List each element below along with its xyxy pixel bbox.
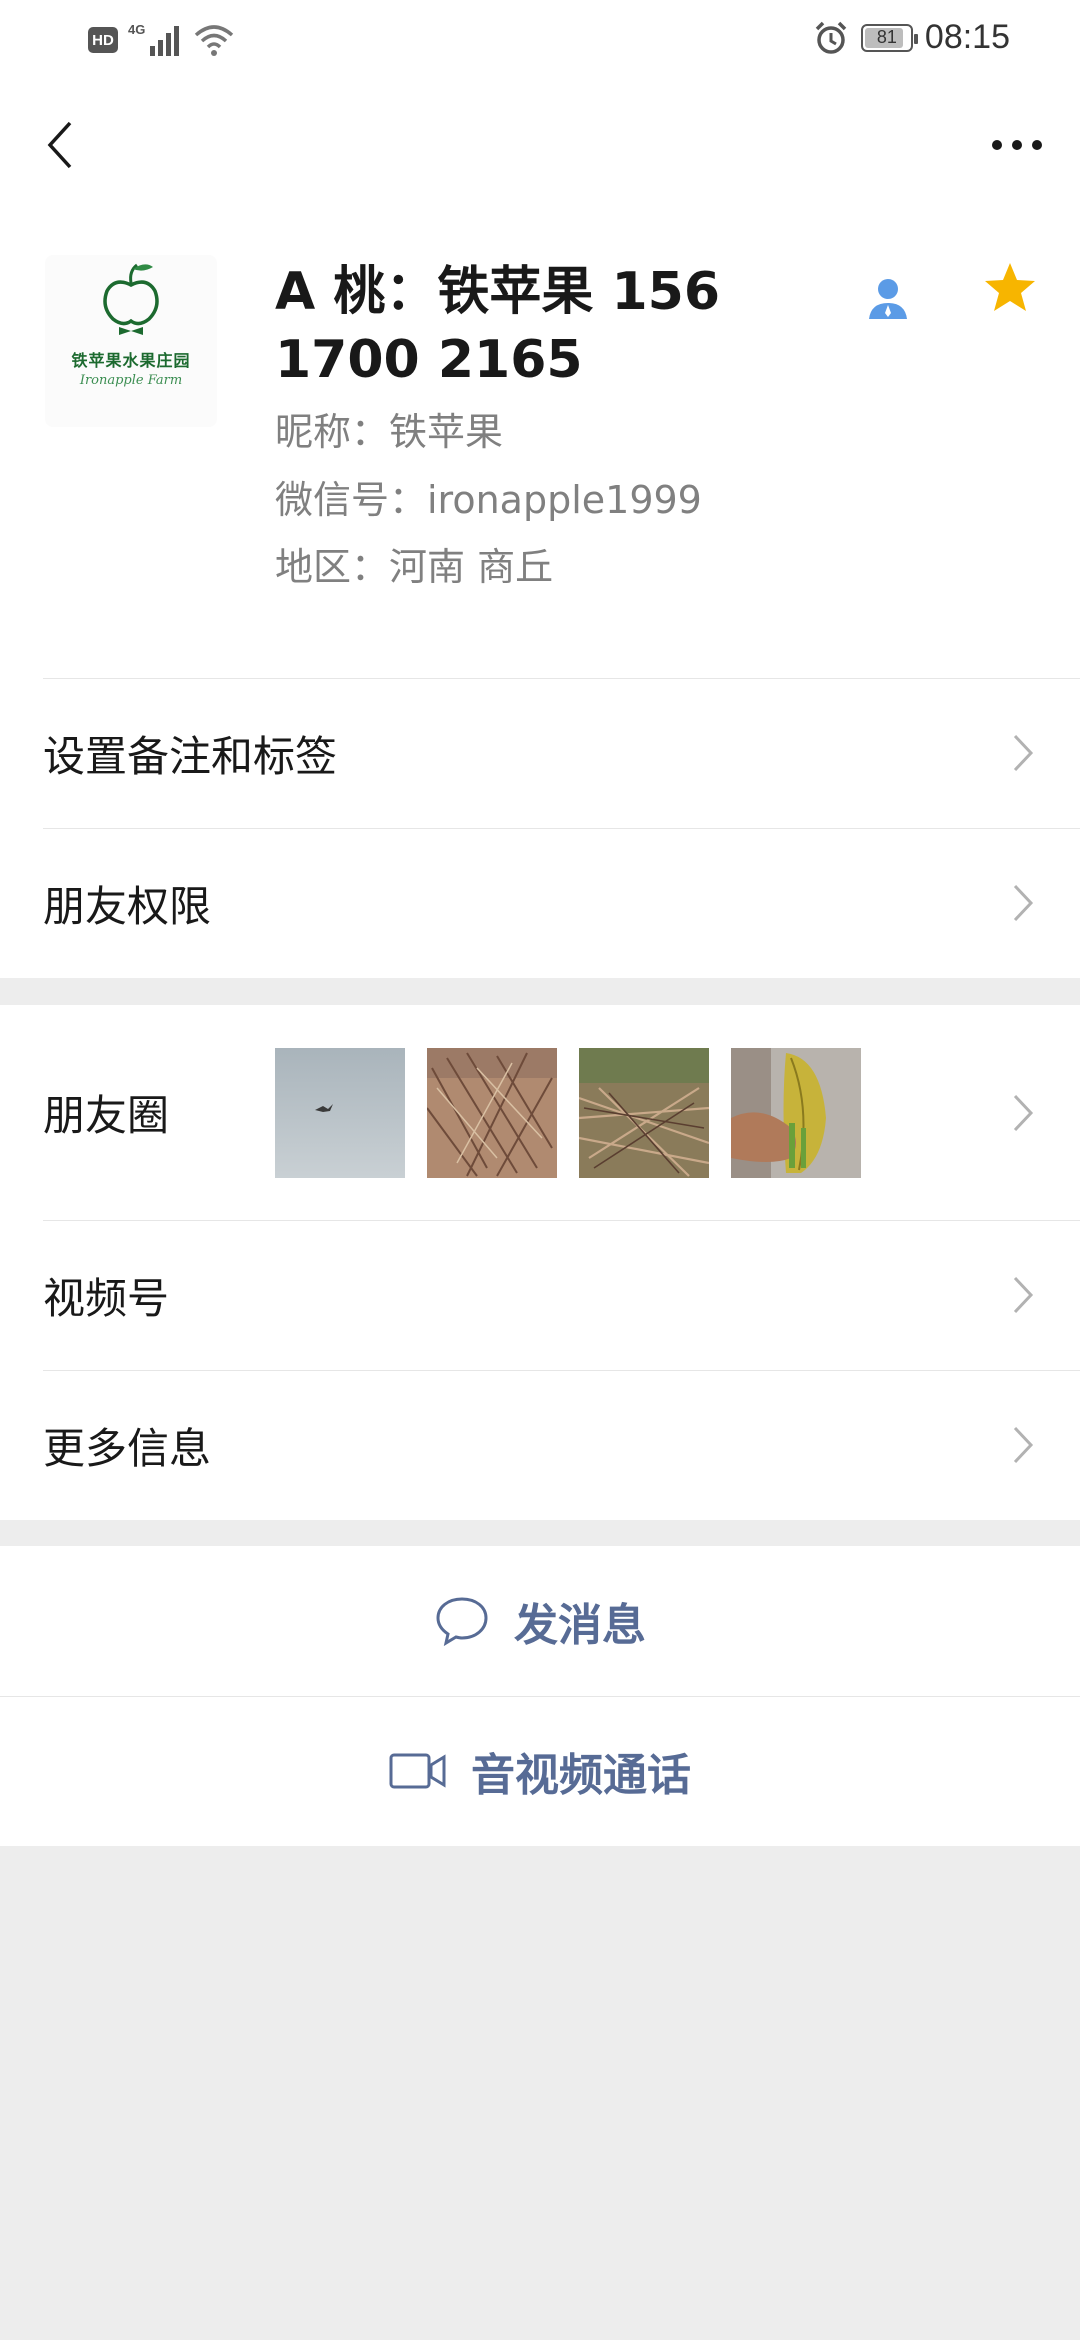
chevron-right-icon	[1013, 1094, 1034, 1131]
apple-logo-icon	[103, 263, 159, 335]
avatar-logo-text: 铁苹果水果庄园	[71, 351, 191, 370]
settings-section: 设置备注和标签 朋友权限	[0, 678, 1080, 978]
friend-permissions-row[interactable]: 朋友权限	[0, 828, 1080, 978]
seedling-bundle-photo	[427, 1048, 557, 1178]
chevron-right-icon	[1013, 884, 1034, 922]
contact-profile-page: HD 4G 81 08:15 铁苹果水果庄园 Ironapple Farm A …	[0, 0, 1080, 2340]
friend-permissions-label: 朋友权限	[43, 881, 212, 931]
chevron-left-icon	[47, 121, 72, 169]
status-bar: HD 4G 81 08:15	[0, 0, 1080, 80]
region-text: 地区：河南 商丘	[275, 545, 554, 589]
avatar-logo-subtext: Ironapple Farm	[79, 373, 183, 388]
chevron-right-icon	[1013, 1426, 1034, 1464]
alarm-icon	[815, 21, 847, 54]
more-info-row[interactable]: 更多信息	[0, 1370, 1080, 1520]
nickname-text: 昵称：铁苹果	[275, 410, 504, 454]
hd-icon: HD	[88, 27, 118, 53]
more-info-label: 更多信息	[43, 1423, 212, 1473]
video-call-label: 音视频通话	[471, 1750, 691, 1801]
battery-level: 81	[876, 27, 897, 47]
person-icon	[869, 279, 907, 319]
battery-icon: 81	[860, 23, 918, 52]
actions-section: 发消息 音视频通话	[0, 1546, 1080, 1846]
avatar[interactable]: 铁苹果水果庄园 Ironapple Farm	[45, 255, 217, 427]
wechat-id-text: 微信号：ironapple1999	[275, 478, 702, 522]
hand-holding-leaf-photo	[731, 1048, 861, 1178]
more-button[interactable]	[982, 115, 1052, 175]
chevron-right-icon	[1013, 1276, 1034, 1314]
video-call-button[interactable]: 音视频通话	[0, 1696, 1080, 1846]
contact-name: A 桃：铁苹果 156 1700 2165	[275, 262, 720, 390]
moments-label: 朋友圈	[43, 1091, 170, 1140]
send-message-button[interactable]: 发消息	[0, 1546, 1080, 1696]
moments-thumbnails	[275, 1048, 861, 1178]
info-section: 朋友圈 视频号 更多信息	[0, 1005, 1080, 1520]
channels-row[interactable]: 视频号	[0, 1220, 1080, 1370]
remark-tags-label: 设置备注和标签	[43, 731, 338, 781]
channels-label: 视频号	[43, 1273, 170, 1323]
status-time: 08:15	[924, 18, 1010, 56]
svg-text:4G: 4G	[128, 22, 145, 37]
seedling-pile-photo	[579, 1048, 709, 1178]
bird-in-sky-photo	[275, 1048, 405, 1178]
remark-tags-row[interactable]: 设置备注和标签	[0, 678, 1080, 828]
chevron-right-icon	[1013, 734, 1034, 772]
back-button[interactable]	[30, 110, 90, 180]
profile-card: 铁苹果水果庄园 Ironapple Farm A 桃：铁苹果 156 1700 …	[0, 210, 1080, 678]
wifi-icon	[194, 25, 234, 56]
video-camera-icon	[389, 1753, 446, 1789]
send-message-label: 发消息	[514, 1600, 646, 1651]
nav-bar	[0, 80, 1080, 210]
chat-bubble-icon	[436, 1597, 488, 1647]
star-icon[interactable]	[982, 260, 1038, 316]
signal-icon: 4G	[128, 22, 179, 56]
more-horizontal-icon	[992, 140, 1042, 150]
moments-row[interactable]: 朋友圈	[0, 1005, 1080, 1220]
